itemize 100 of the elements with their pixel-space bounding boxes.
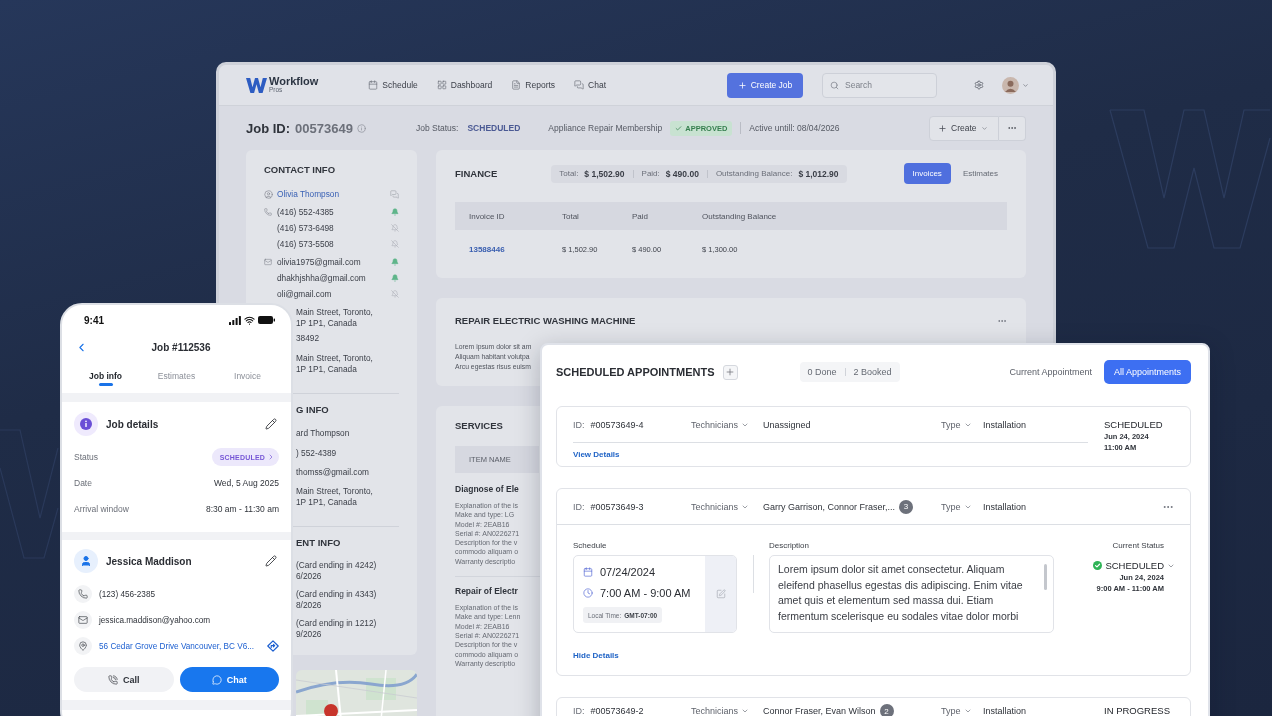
hide-details-link[interactable]: Hide Details	[573, 650, 619, 660]
type-text: Installation	[983, 706, 1028, 716]
email-text: dhakhjshha@gmail.com	[277, 273, 366, 283]
calendar-icon	[368, 80, 379, 90]
calendar-icon	[583, 567, 593, 577]
plus-icon	[938, 123, 947, 133]
appointment-id: #00573649-4	[590, 419, 644, 430]
count-text: 2 Booked	[853, 367, 892, 377]
job-id: 00573649	[295, 120, 353, 136]
bell-icon[interactable]	[391, 258, 399, 266]
phone-icon	[264, 208, 272, 216]
type-text: Installation	[983, 419, 1028, 430]
tab[interactable]: Estimates	[953, 163, 1007, 184]
status-label: Job Status:	[415, 123, 459, 133]
chat-button[interactable]: Chat	[179, 667, 279, 692]
tab[interactable]: Current Appointment	[999, 360, 1102, 384]
search-field[interactable]: Search	[822, 72, 937, 98]
bell-off-icon[interactable]	[391, 240, 399, 248]
technicians-dropdown[interactable]: Technicians	[691, 706, 750, 716]
nav-link[interactable]: Chat	[574, 80, 607, 90]
section-title: G INFO	[296, 404, 329, 416]
type-dropdown[interactable]: Type	[941, 706, 972, 716]
count-badge: 3	[899, 499, 914, 514]
info-text: (Card ending in 4242) 6/2026	[296, 560, 377, 582]
status-text: SCHEDULED	[1104, 418, 1163, 431]
person-icon	[264, 189, 273, 199]
chat-icon	[574, 80, 585, 90]
appointment-id: #00573649-3	[590, 501, 644, 512]
caret-icon	[980, 124, 988, 132]
caret-icon	[963, 707, 972, 715]
more-button[interactable]	[999, 115, 1026, 141]
type-dropdown[interactable]: Type	[941, 419, 972, 430]
address-link[interactable]: 56 Cedar Grove Drive Vancouver, BC V6...	[99, 641, 255, 651]
summary-label: Total:	[559, 169, 579, 178]
service-title: Repair of Electr	[455, 585, 518, 598]
battery-icon	[258, 316, 275, 324]
caret-icon[interactable]	[1022, 81, 1029, 89]
technicians-dropdown[interactable]: Technicians	[691, 501, 750, 512]
tab[interactable]: Estimates	[157, 365, 196, 386]
column-header: Invoice ID	[469, 211, 505, 221]
count-text: 0 Done	[807, 367, 837, 377]
call-button[interactable]: Call	[74, 667, 174, 692]
nav-link[interactable]: Reports	[511, 80, 556, 90]
plus-icon	[737, 80, 747, 90]
view-details-link[interactable]: View Details	[573, 450, 620, 459]
status-text: SCHEDULED	[1105, 559, 1164, 572]
check-icon	[675, 124, 683, 132]
field-label: Date	[74, 478, 92, 488]
summary-label: Outstanding Balance:	[715, 169, 793, 178]
caret-icon	[741, 707, 750, 715]
bell-icon[interactable]	[391, 274, 399, 282]
chat-icon[interactable]	[390, 189, 399, 199]
id-label: ID:	[573, 501, 585, 512]
create-job-button[interactable]: Create Job	[727, 72, 803, 98]
date-text: 07/24/2024	[600, 566, 656, 578]
type-dropdown[interactable]: Type	[941, 501, 972, 512]
settings-icon[interactable]	[974, 80, 984, 90]
technicians-text: Garry Garrison, Connor Fraser,...	[763, 501, 896, 512]
bell-icon[interactable]	[391, 208, 399, 216]
info-text: (Card ending in 1212) 9/2026	[296, 618, 377, 640]
nav-link[interactable]: Dashboard	[436, 80, 493, 90]
clock-icon	[583, 588, 593, 598]
column-header: Outstanding Balance	[702, 211, 777, 221]
bell-off-icon[interactable]	[391, 290, 399, 298]
info-text: Main Street, Toronto, 1P 1P1, Canada	[296, 307, 373, 329]
technicians-dropdown[interactable]: Technicians	[691, 419, 750, 430]
add-button[interactable]	[722, 364, 738, 380]
tab[interactable]: Job info	[88, 365, 123, 386]
field-label: Description	[769, 541, 809, 551]
nav-link[interactable]: Schedule	[368, 80, 418, 90]
tab[interactable]: Invoices	[903, 163, 951, 184]
create-button[interactable]: Create	[929, 115, 999, 141]
info-text: (Card ending in 4343) 8/2026	[296, 589, 377, 611]
section-title: FINANCE	[455, 167, 498, 180]
tab[interactable]: All Appointments	[1103, 360, 1191, 384]
phone-icon	[74, 585, 92, 603]
plus-icon	[725, 367, 735, 377]
map-pin-icon	[324, 704, 338, 716]
tab[interactable]: Invoice	[234, 365, 261, 386]
appointment-id: #00573649-2	[590, 706, 644, 716]
check-circle-icon	[1093, 561, 1103, 570]
email-text: olivia1975@gmail.com	[277, 257, 361, 267]
edit-icon[interactable]	[265, 418, 277, 430]
section-title: REPAIR ELECTRIC WASHING MACHINE	[455, 314, 636, 327]
description-field[interactable]: Lorem ipsum dolor sit amet consectetur. Aliquam eleifend phasellus egestas dis adipiscing. Enim vitae amet quis et elementum sed massa dui. Etiam fermentum scelerisque eu sodales vitae dolor morbi	[769, 555, 1054, 633]
section-title: ENT INFO	[296, 537, 341, 549]
directions-icon[interactable]	[267, 640, 279, 652]
edit-icon[interactable]	[265, 555, 277, 567]
summary-value: $ 1,012.90	[798, 168, 839, 179]
screen-title: Job #112536	[151, 341, 211, 353]
wifi-icon	[244, 314, 255, 326]
document-icon	[511, 80, 522, 90]
invoice-link[interactable]: 13588446	[469, 244, 505, 254]
avatar-icon[interactable]	[1002, 76, 1019, 94]
service-title: Diagnose of Ele	[455, 483, 519, 495]
contact-name-link[interactable]: Olivia Thompson	[277, 189, 340, 199]
field-label: Current Status	[1112, 541, 1164, 551]
technicians-text: Unassigned	[763, 419, 811, 430]
column-header: Total	[562, 211, 579, 221]
bell-off-icon[interactable]	[391, 224, 399, 232]
